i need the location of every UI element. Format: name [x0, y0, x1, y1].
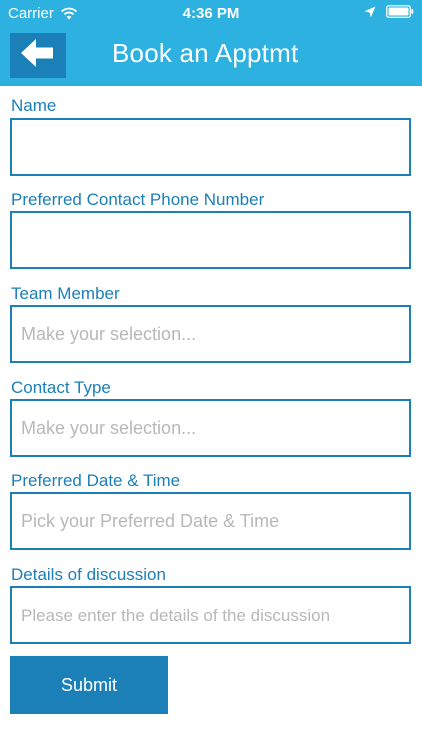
contact-type-label: Contact Type — [11, 378, 111, 397]
page-title: Book an Apptmt — [112, 38, 299, 68]
status-time: 4:36 PM — [182, 5, 240, 22]
back-button[interactable] — [10, 33, 66, 78]
details-label: Details of discussion — [11, 565, 166, 584]
date-time-picker[interactable] — [10, 492, 411, 550]
submit-button[interactable]: Submit — [10, 656, 168, 714]
phone-label: Preferred Contact Phone Number — [11, 190, 265, 209]
status-bar: Carrier 4:36 PM — [0, 0, 422, 28]
name-input[interactable] — [10, 118, 411, 176]
team-member-label: Team Member — [11, 284, 120, 303]
contact-type-select[interactable] — [10, 399, 411, 457]
details-input[interactable] — [10, 586, 411, 644]
name-label: Name — [11, 96, 57, 115]
team-member-select[interactable] — [10, 305, 411, 363]
status-right — [364, 5, 414, 18]
app-header: Carrier 4:36 PM Book an Apptmt — [0, 0, 422, 86]
arrow-left-icon — [21, 39, 55, 72]
location-arrow-icon — [364, 6, 376, 18]
phone-input[interactable] — [10, 211, 411, 269]
battery-icon — [386, 5, 414, 18]
date-time-label: Preferred Date & Time — [11, 471, 181, 490]
